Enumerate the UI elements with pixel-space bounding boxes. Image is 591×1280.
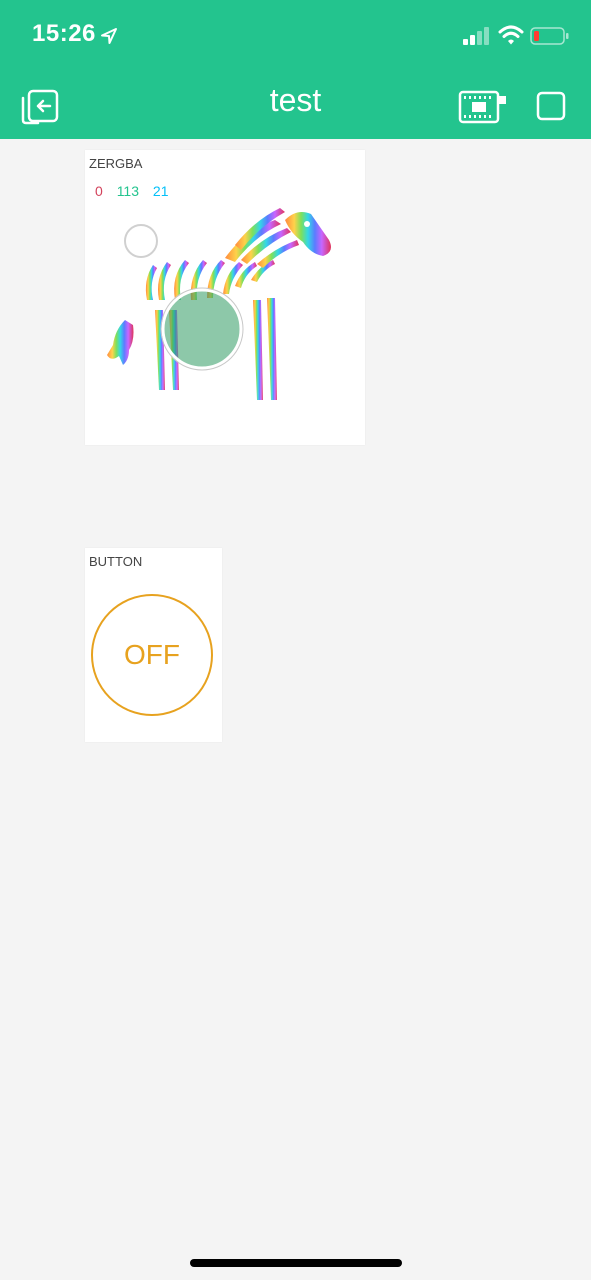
nav-bar: test <box>0 72 591 139</box>
button-widget: BUTTON OFF <box>85 548 222 742</box>
button-state-text: OFF <box>124 639 180 670</box>
off-button[interactable]: OFF <box>91 594 213 716</box>
home-indicator[interactable] <box>190 1259 402 1267</box>
color-selector[interactable] <box>161 288 243 370</box>
location-arrow-icon <box>101 28 117 44</box>
status-bar: 15:26 <box>0 0 591 72</box>
wifi-icon <box>498 25 524 45</box>
zergba-widget[interactable]: ZERGBA 0 113 21 <box>85 150 365 445</box>
widget-label: ZERGBA <box>89 156 143 171</box>
status-time: 15:26 <box>32 20 96 47</box>
picker-handle[interactable] <box>124 224 158 258</box>
widget-label: BUTTON <box>89 554 143 569</box>
cellular-signal-icon <box>463 27 489 45</box>
device-board-icon[interactable] <box>458 88 508 126</box>
stop-square-icon[interactable] <box>536 91 566 121</box>
zebra-image[interactable] <box>85 190 365 445</box>
battery-low-icon <box>530 27 569 45</box>
